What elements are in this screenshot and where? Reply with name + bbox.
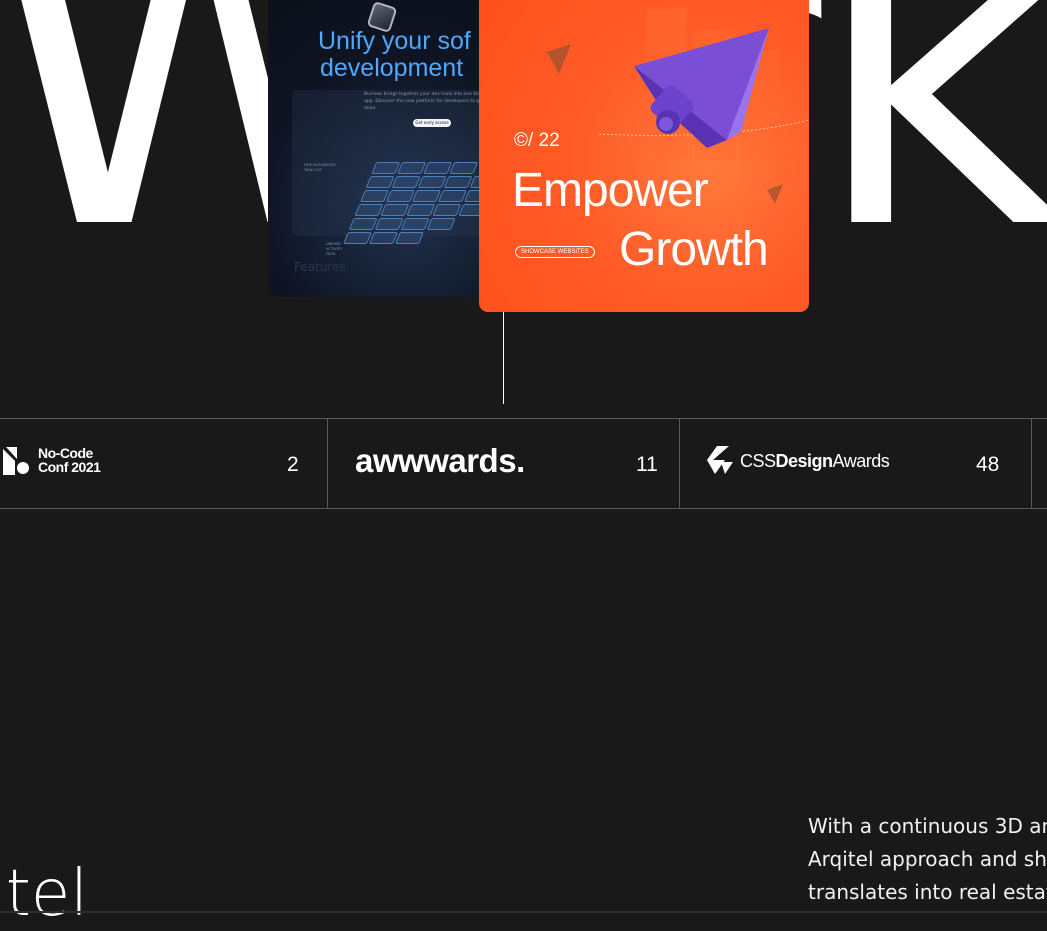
award-cssdesign-count: 48: [976, 453, 1000, 476]
small-pyramid-icon: [547, 44, 571, 74]
partial-heading: itel: [0, 857, 89, 931]
card-cta-button: Get early access: [413, 119, 451, 127]
project-card-dark[interactable]: Unify your sof development Burrows bring…: [268, 0, 498, 297]
blurb-line-3: translates into real estate.: [808, 880, 1047, 904]
award-awwwards-count: 11: [636, 453, 658, 476]
card-headline-line1: Unify your sof: [318, 27, 471, 55]
card-word-growth: Growth: [619, 223, 769, 276]
award-awwwards[interactable]: awwwards. 11: [327, 419, 680, 508]
bottom-rule: [0, 911, 1047, 913]
award-cssdesign[interactable]: CSSDesignAwards 48: [679, 419, 1032, 508]
card-headline: Unify your sof development: [318, 28, 498, 82]
award-nocode[interactable]: No-Code Conf 2021 2: [0, 419, 328, 508]
project-card-orange[interactable]: ©/ 22 Empower SHOWCASE WEBSITES Growth: [479, 0, 809, 312]
css-design-awards-logo-icon: [707, 446, 733, 474]
award-cssdesign-name: CSSDesignAwards: [740, 451, 890, 471]
award-nocode-line2: Conf 2021: [38, 459, 101, 475]
award-awwwards-name: awwwards.: [355, 442, 525, 479]
card-word-empower: Empower: [512, 164, 709, 217]
blurb-line-1: With a continuous 3D an: [808, 814, 1047, 838]
awards-strip: No-Code Conf 2021 2 awwwards. 11 CSSDesi…: [0, 418, 1047, 509]
blurb-line-2: Arqitel approach and sho: [808, 847, 1047, 871]
card-tag-pill: SHOWCASE WEBSITES: [515, 246, 595, 258]
card-subtext: Burrows brings together your dev tools i…: [364, 92, 498, 111]
card-copyright: ©/ 22: [514, 130, 560, 151]
card-features-label: Features: [294, 260, 346, 274]
vertical-divider: [503, 312, 504, 404]
card-headline-line2: development: [320, 54, 464, 82]
intro-blurb: With a continuous 3D an Arqitel approach…: [808, 810, 1047, 909]
award-nocode-count: 2: [287, 453, 299, 476]
nocode-logo-icon: [3, 447, 29, 475]
card-annotation-1: FIRE AUTOMATED TASK LIST: [304, 163, 336, 172]
